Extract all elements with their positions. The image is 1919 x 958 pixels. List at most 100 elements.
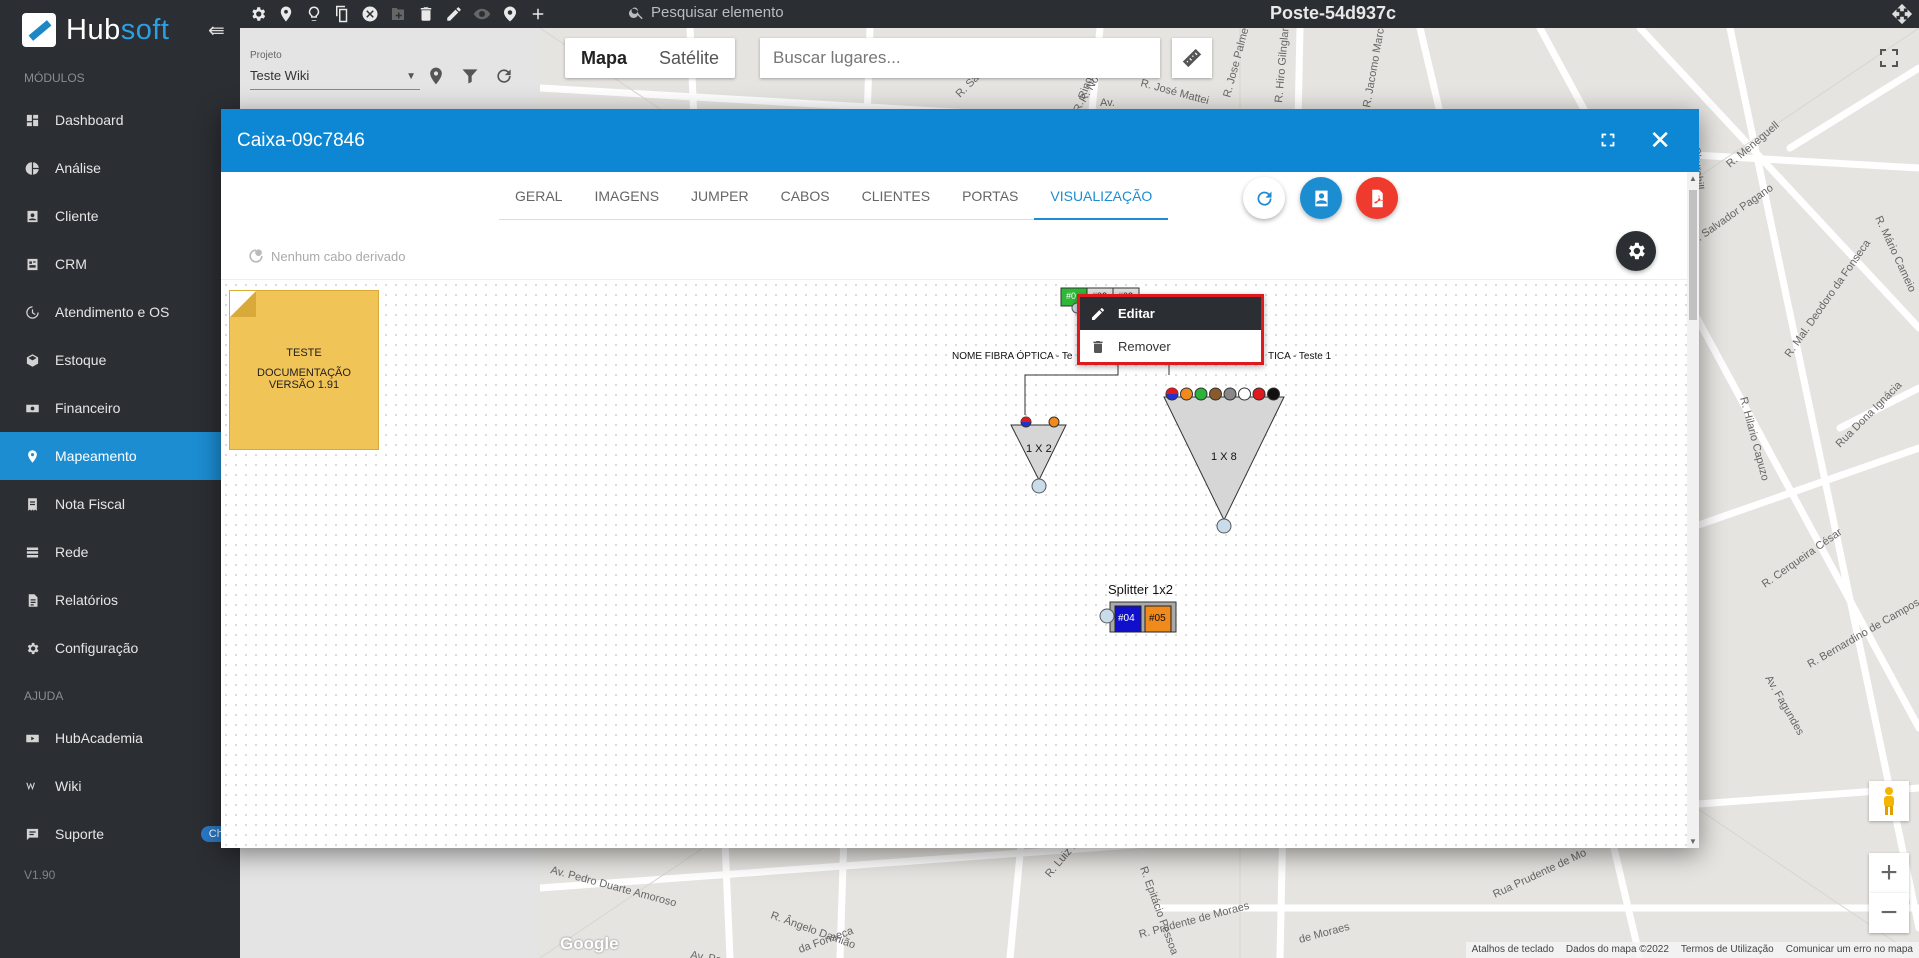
collapse-sidebar-icon[interactable]: ⇚ [208, 18, 225, 43]
sidebar-item-label: Atendimento e OS [55, 304, 170, 320]
project-select[interactable]: Teste Wiki ▼ [250, 68, 420, 90]
tab-imagens[interactable]: IMAGENS [578, 172, 675, 219]
splitter-1x2-input[interactable] [1031, 478, 1047, 494]
tab-map[interactable]: Mapa [565, 38, 643, 78]
fiber-6[interactable] [1238, 387, 1251, 401]
sidebar-item-crm[interactable]: CRM [0, 240, 240, 288]
visualization-canvas[interactable]: TESTE DOCUMENTAÇÃO VERSÃO 1.91 #0 NOME F… [221, 279, 1687, 848]
splitter-1x8-input[interactable] [1216, 518, 1232, 534]
move-icon[interactable] [1891, 3, 1913, 28]
sidebar-item-rede[interactable]: Rede [0, 528, 240, 576]
fiber-orange[interactable] [1048, 416, 1060, 428]
sidebar-item-financeiro[interactable]: Financeiro [0, 384, 240, 432]
gear-icon[interactable] [246, 2, 270, 26]
sidebar-item-label: Relatórios [55, 592, 119, 608]
fiber-7[interactable] [1252, 387, 1266, 401]
brand-name: Hubsoft [66, 13, 170, 46]
caret-down-icon: ▼ [406, 71, 416, 82]
sidebar-item-mapeamento[interactable]: Mapeamento [0, 432, 240, 480]
tab-visualizacao[interactable]: VISUALIZAÇÃO [1034, 172, 1169, 220]
client-button[interactable] [1300, 177, 1342, 219]
sidebar-item-hubacademia[interactable]: HubAcademia [0, 714, 240, 762]
svg-text:Av. Pe: Av. Pe [689, 949, 722, 958]
sidebar-item-estoque[interactable]: Estoque [0, 336, 240, 384]
brand[interactable]: Hubsoft [0, 0, 240, 60]
fiber-8[interactable] [1267, 387, 1280, 401]
scroll-thumb[interactable] [1689, 190, 1697, 320]
footer-terms[interactable]: Termos de Utilização [1681, 944, 1774, 956]
tab-cabos[interactable]: CABOS [765, 172, 846, 219]
sidebar-item-analise[interactable]: Análise [0, 144, 240, 192]
cable-label-right[interactable]: TICA - Teste 1 [1268, 351, 1331, 362]
sidebar-item-label: HubAcademia [55, 730, 143, 746]
sidebar-item-suporte[interactable]: SuporteChat [0, 810, 240, 858]
sidebar: Hubsoft ⇚ MÓDULOS Dashboard Análise Client… [0, 0, 240, 958]
footer-shortcuts[interactable]: Atalhos de teclado [1472, 944, 1554, 956]
filter-icon[interactable] [460, 66, 480, 86]
tab-portas[interactable]: PORTAS [946, 172, 1034, 219]
map-footer: Atalhos de teclado Dados do mapa ©2022 T… [1465, 942, 1919, 958]
plus-icon[interactable] [526, 2, 550, 26]
fiber-5[interactable] [1223, 387, 1237, 401]
modal-scrollbar[interactable]: ▲ ▼ [1687, 172, 1699, 848]
refresh-button[interactable] [1243, 177, 1285, 219]
scroll-down-icon[interactable]: ▼ [1689, 837, 1697, 846]
eye-icon[interactable] [470, 2, 494, 26]
places-search-input[interactable]: Buscar lugares... [760, 38, 1160, 78]
copy-icon[interactable] [330, 2, 354, 26]
diagram [1010, 287, 1285, 633]
tab-satellite[interactable]: Satélite [643, 38, 735, 78]
settings-button[interactable] [1616, 231, 1656, 271]
fiber-4[interactable] [1209, 387, 1222, 401]
google-logo: Google [560, 934, 619, 953]
close-icon[interactable]: ✕ [1649, 127, 1671, 153]
sidebar-item-label: Suporte [55, 826, 105, 842]
svg-text:Av.: Av. [1100, 97, 1115, 109]
location-icon[interactable] [498, 2, 522, 26]
pdf-button[interactable] [1356, 177, 1398, 219]
sidebar-item-label: Nota Fiscal [55, 496, 126, 512]
pegman-icon[interactable] [1869, 781, 1909, 821]
location-off-icon[interactable] [426, 66, 446, 86]
sidebar-item-wiki[interactable]: Wiki [0, 762, 240, 810]
edit-menu-item[interactable]: Editar [1080, 297, 1261, 330]
sidebar-item-cliente[interactable]: Cliente› [0, 192, 240, 240]
pencil-icon[interactable] [442, 2, 466, 26]
close-circle-icon[interactable] [358, 2, 382, 26]
cable-label-left[interactable]: NOME FIBRA ÓPTICA - Te [952, 351, 1072, 362]
splitter-1x2-label: 1 X 2 [1026, 443, 1052, 455]
zoom-in-button[interactable]: + [1869, 853, 1909, 893]
remove-menu-item[interactable]: Remover [1080, 330, 1261, 363]
ruler-icon[interactable] [1172, 38, 1212, 78]
sidebar-item-nota-fiscal[interactable]: Nota Fiscal [0, 480, 240, 528]
sidebar-item-atendimento-e-os[interactable]: Atendimento e OS [0, 288, 240, 336]
box-icon [24, 352, 40, 368]
brand-logo [22, 13, 56, 47]
tab-geral[interactable]: GERAL [499, 172, 578, 219]
svg-text:R. Jose Palmerim: R. Jose Palmerim [1221, 28, 1255, 99]
expand-icon[interactable] [1597, 129, 1619, 154]
sidebar-item-configuracao[interactable]: Configuração› [0, 624, 240, 672]
lightbulb-icon[interactable] [302, 2, 326, 26]
splitter-block-input[interactable] [1099, 608, 1115, 624]
folder-add-icon[interactable] [386, 2, 410, 26]
element-search[interactable]: Pesquisar elemento [628, 4, 784, 21]
trash-icon[interactable] [414, 2, 438, 26]
tab-jumper[interactable]: JUMPER [675, 172, 765, 219]
map-fullscreen-icon[interactable] [1869, 38, 1909, 78]
youtube-icon [24, 730, 40, 746]
port-05-label: #05 [1149, 613, 1166, 624]
scroll-up-icon[interactable]: ▲ [1689, 174, 1697, 183]
zoom-out-button[interactable]: − [1869, 893, 1909, 933]
network-icon [24, 544, 40, 560]
sidebar-item-relatorios[interactable]: Relatórios [0, 576, 240, 624]
reload-icon[interactable] [494, 66, 514, 86]
pdf-icon [1371, 189, 1383, 207]
sidebar-item-dashboard[interactable]: Dashboard [0, 96, 240, 144]
fiber-2[interactable] [1180, 387, 1193, 401]
svg-text:Rua Prudente de Mo: Rua Prudente de Mo [1491, 847, 1588, 901]
tab-clientes[interactable]: CLIENTES [846, 172, 946, 219]
fiber-3[interactable] [1194, 387, 1208, 401]
map-pin-icon[interactable] [274, 2, 298, 26]
footer-report[interactable]: Comunicar um erro no mapa [1786, 944, 1913, 956]
